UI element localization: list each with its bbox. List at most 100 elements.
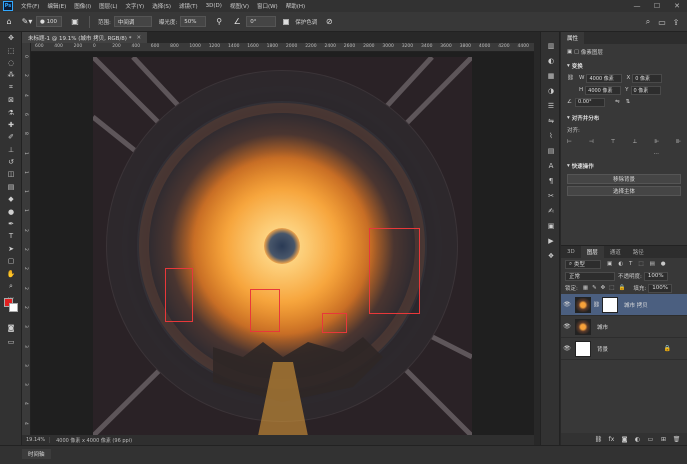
menu-edit[interactable]: 编辑(E) <box>43 2 70 10</box>
quick-select-tool-icon[interactable]: ⁂ <box>0 69 22 81</box>
lasso-tool-icon[interactable]: ◌ <box>0 57 22 69</box>
brush-settings-icon[interactable]: ▣ <box>68 15 82 29</box>
airbrush-icon[interactable]: ⚲ <box>212 15 226 29</box>
filter-toggle-icon[interactable]: ● <box>661 261 666 267</box>
blend-mode-select[interactable]: 正常 <box>565 271 615 281</box>
trash-icon[interactable]: 🗑 <box>670 436 683 443</box>
history-brush-tool-icon[interactable]: ↺ <box>0 156 22 168</box>
lock-artboard-icon[interactable]: ⬚ <box>609 285 614 291</box>
angle-input[interactable]: 0° <box>246 16 277 27</box>
link-layers-icon[interactable]: ⛓ <box>592 436 605 443</box>
menu-select[interactable]: 选择(S) <box>148 2 175 10</box>
rotation-input[interactable]: 0.00° <box>574 97 605 107</box>
document-tab[interactable]: 未标题-1 @ 19.1% (城市 拷贝, RGB/8) * ✕ <box>22 32 148 43</box>
eraser-tool-icon[interactable]: ◫ <box>0 168 22 180</box>
blur-tool-icon[interactable]: ◆ <box>0 193 22 205</box>
x-input[interactable]: 0 像素 <box>632 73 663 83</box>
filter-kind-select[interactable]: ⌕ 类型 <box>565 259 601 269</box>
menu-3d[interactable]: 3D(D) <box>202 3 226 9</box>
height-input[interactable]: 4000 像素 <box>585 85 622 95</box>
filter-shape-icon[interactable]: ⬚ <box>638 261 643 267</box>
libraries-icon[interactable]: ☰ <box>541 98 561 113</box>
tab-properties[interactable]: 属性 <box>561 32 585 44</box>
layer-mask-thumbnail[interactable] <box>601 296 618 313</box>
clone-stamp-tool-icon[interactable]: ⊥ <box>0 144 22 156</box>
pen-tool-icon[interactable]: ✒ <box>0 218 22 230</box>
brush-size-picker[interactable]: ● 100 <box>36 16 62 27</box>
new-layer-icon[interactable]: ⊞ <box>657 436 670 443</box>
filter-smart-icon[interactable]: ▤ <box>650 261 655 267</box>
maximize-button[interactable]: ☐ <box>647 0 667 12</box>
marquee-tool-icon[interactable]: ⬚ <box>0 44 22 56</box>
lock-pixels-icon[interactable]: ✎ <box>592 285 597 291</box>
artwork-tiny-planet[interactable] <box>93 57 472 435</box>
flip-vertical-icon[interactable]: ⇅ <box>626 99 631 105</box>
fill-input[interactable]: 100% <box>648 283 673 293</box>
close-tab-icon[interactable]: ✕ <box>136 35 141 41</box>
menu-help[interactable]: 帮助(H) <box>282 2 309 10</box>
photoshop-logo[interactable]: Ps <box>3 1 13 11</box>
path-select-tool-icon[interactable]: ➤ <box>0 243 22 255</box>
fx-icon[interactable]: fx <box>605 436 618 443</box>
link-icon[interactable]: ⛓ <box>567 75 579 81</box>
paths-icon[interactable]: ⌇ <box>541 128 561 143</box>
lock-all-icon[interactable]: 🔒 <box>618 285 625 291</box>
align-section-header[interactable]: ▾ 对齐并分布 <box>561 112 687 124</box>
layer-row[interactable]: 👁 ⛓ 城市 拷贝 <box>561 294 687 316</box>
layer-name[interactable]: 城市 <box>597 323 608 331</box>
width-input[interactable]: 4000 像素 <box>586 73 623 83</box>
workspace-icon[interactable]: ▭ <box>655 15 669 29</box>
move-tool-icon[interactable]: ✥ <box>0 32 22 44</box>
character-icon[interactable]: A <box>541 158 561 173</box>
timeline-tab[interactable]: 时间轴 <box>22 449 51 459</box>
visibility-eye-icon[interactable]: 👁 <box>561 301 573 308</box>
layer-row[interactable]: 👁 背景 🔒 <box>561 338 687 360</box>
y-input[interactable]: 0 像素 <box>630 85 661 95</box>
lock-transparent-icon[interactable]: ▦ <box>583 285 588 291</box>
type-tool-icon[interactable]: T <box>0 230 22 242</box>
swatches-icon[interactable]: ▦ <box>541 68 561 83</box>
add-mask-icon[interactable]: ◙ <box>618 436 631 443</box>
menu-layer[interactable]: 图层(L) <box>95 2 121 10</box>
range-select[interactable]: 中间调 <box>113 16 152 27</box>
shapes-icon[interactable]: ❖ <box>541 248 561 263</box>
align-hcenter-icon[interactable]: ⊣ <box>589 139 594 145</box>
more-options-icon[interactable]: ⋯ <box>654 151 660 157</box>
dodge-tool-icon[interactable]: ● <box>0 205 22 217</box>
eyedropper-tool-icon[interactable]: ⚗ <box>0 106 22 118</box>
adjustments-icon[interactable]: ◑ <box>541 83 561 98</box>
tools-icon[interactable]: ✂ <box>541 188 561 203</box>
dodge-tool-preset-icon[interactable]: ✎▾ <box>20 15 34 29</box>
menu-type[interactable]: 文字(Y) <box>122 2 149 10</box>
tab-paths[interactable]: 路径 <box>627 246 650 258</box>
brush-tool-icon[interactable]: ✐ <box>0 131 22 143</box>
rectangle-tool-icon[interactable]: ▢ <box>0 255 22 267</box>
new-adjustment-icon[interactable]: ◐ <box>631 436 644 443</box>
paragraph-icon[interactable]: ¶ <box>541 173 561 188</box>
minimize-button[interactable]: — <box>627 0 647 12</box>
hand-tool-icon[interactable]: ✋ <box>0 267 22 279</box>
quick-mask-icon[interactable]: ◙ <box>0 322 22 334</box>
filter-pixel-icon[interactable]: ▣ <box>607 261 612 267</box>
screen-mode-icon[interactable]: ▭ <box>0 336 22 348</box>
background-color-swatch[interactable] <box>9 303 18 312</box>
tab-channels[interactable]: 通道 <box>604 246 627 258</box>
frame-tool-icon[interactable]: ⊠ <box>0 94 22 106</box>
filter-type-icon[interactable]: T <box>629 261 632 267</box>
quick-actions-header[interactable]: ▾ 快速操作 <box>561 160 687 172</box>
search-icon[interactable]: ⌕ <box>641 15 655 29</box>
menu-image[interactable]: 图像(I) <box>70 2 95 10</box>
histogram-icon[interactable]: ▥ <box>541 38 561 53</box>
menu-window[interactable]: 窗口(W) <box>253 2 282 10</box>
home-icon[interactable]: ⌂ <box>2 15 16 29</box>
layer-row[interactable]: 👁 城市 <box>561 316 687 338</box>
align-left-icon[interactable]: ⊢ <box>567 139 572 145</box>
crop-tool-icon[interactable]: ⌗ <box>0 82 22 94</box>
tab-3d[interactable]: 3D <box>561 246 581 258</box>
patterns-icon[interactable]: ▣ <box>541 218 561 233</box>
protect-tones-checkbox[interactable] <box>283 18 290 25</box>
share-icon[interactable]: ⇪ <box>669 15 683 29</box>
canvas-area[interactable] <box>31 52 534 435</box>
visibility-eye-icon[interactable]: 👁 <box>561 323 573 330</box>
opacity-input[interactable]: 100% <box>643 271 668 281</box>
